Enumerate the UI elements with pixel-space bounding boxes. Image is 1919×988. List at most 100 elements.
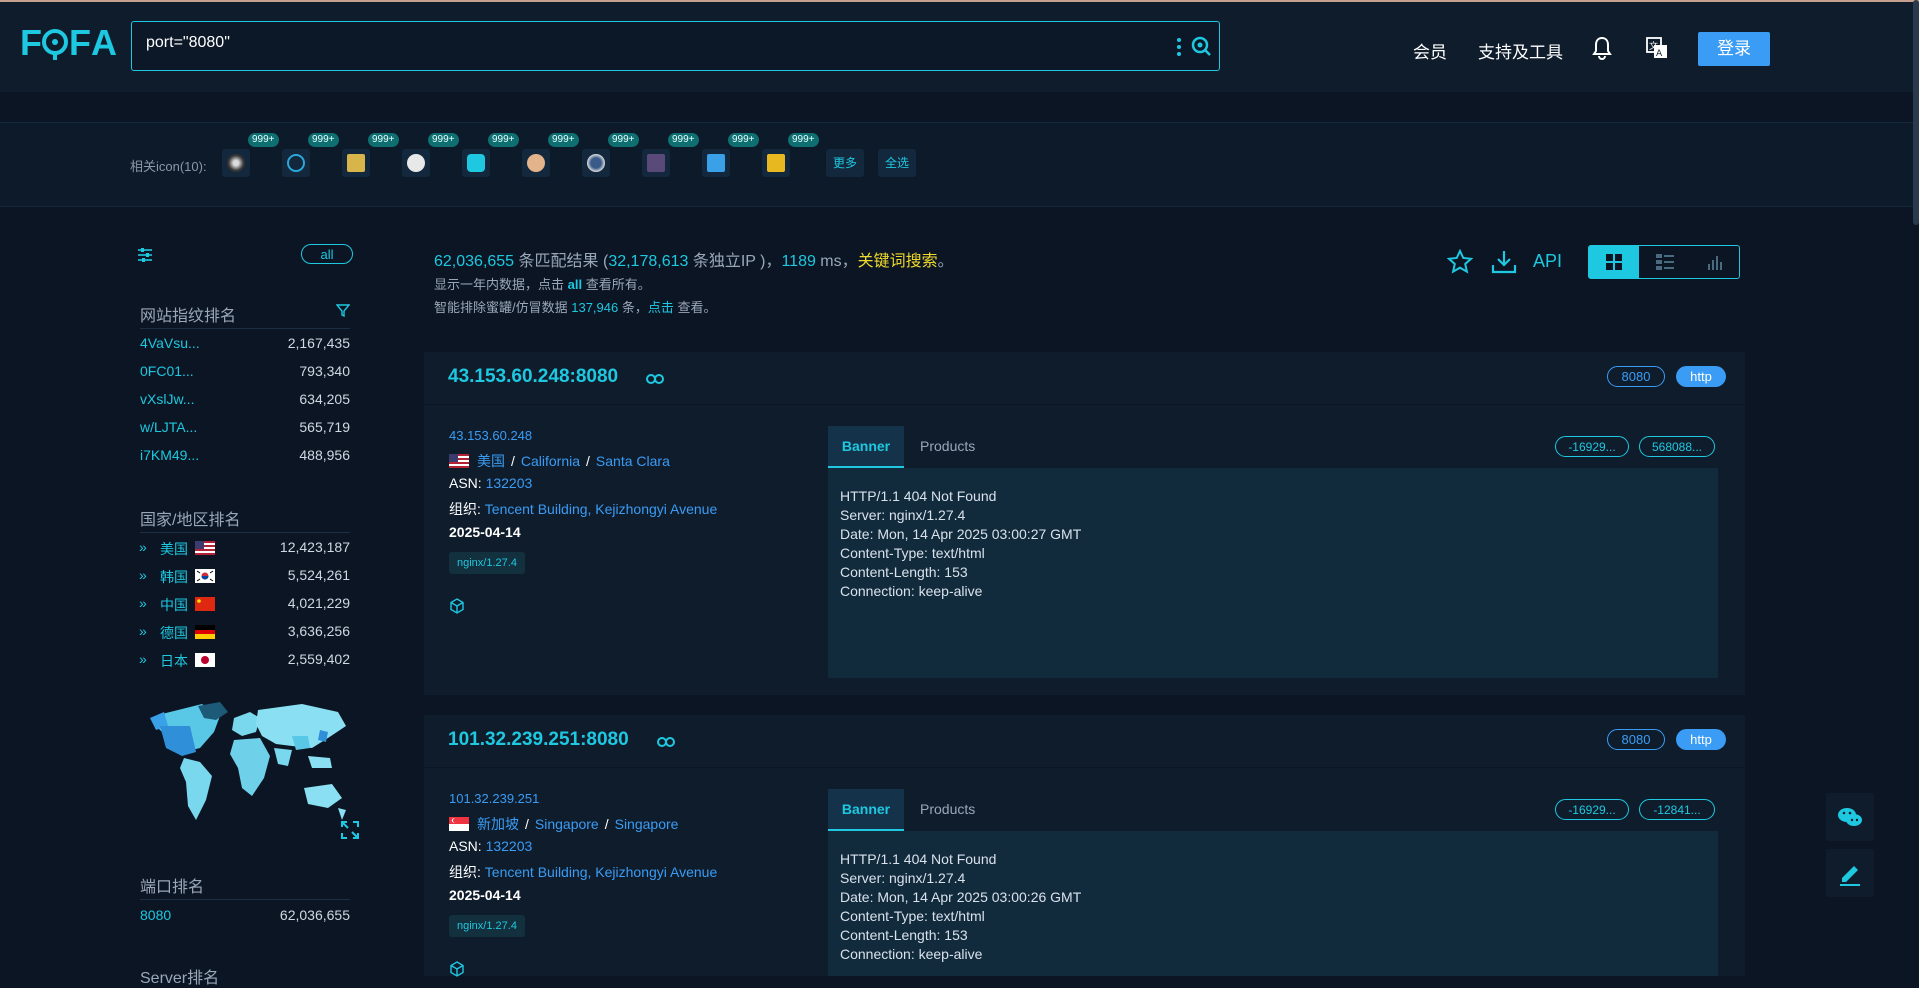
fingerprint-item[interactable]: 0FC01...: [140, 363, 194, 379]
protocol-badge[interactable]: http: [1676, 366, 1726, 387]
related-icon-8[interactable]: [642, 149, 670, 177]
link-icon[interactable]: [646, 372, 664, 386]
related-icon-2[interactable]: [282, 149, 310, 177]
port-item[interactable]: 8080: [140, 907, 171, 923]
result-ip-link[interactable]: 43.153.60.248: [449, 428, 532, 443]
search-input[interactable]: port="8080": [146, 34, 230, 52]
related-icon-7[interactable]: [582, 149, 610, 177]
asn-link[interactable]: 132203: [486, 838, 533, 854]
fofa-logo[interactable]: F FA: [20, 22, 117, 72]
wechat-contact-button[interactable]: [1826, 793, 1874, 841]
all-data-toggle[interactable]: all: [301, 244, 353, 264]
expand-chevron-icon[interactable]: »: [139, 623, 147, 639]
keyword-search-link[interactable]: 关键词搜索: [858, 253, 938, 270]
city-link[interactable]: Santa Clara: [596, 453, 670, 469]
banner-line: Content-Type: text/html: [840, 545, 985, 561]
product-tag[interactable]: nginx/1.27.4: [449, 552, 525, 574]
related-icon-6[interactable]: [522, 149, 550, 177]
tab-banner[interactable]: Banner: [828, 426, 904, 468]
country-item[interactable]: 中国: [160, 595, 188, 615]
banner-line: Date: Mon, 14 Apr 2025 03:00:26 GMT: [840, 889, 1082, 905]
related-icon-5[interactable]: [462, 149, 490, 177]
country-item[interactable]: 日本: [160, 651, 188, 671]
hash-badge[interactable]: -12841...: [1639, 799, 1715, 820]
org-link[interactable]: Tencent Building, Kejizhongyi Avenue: [485, 864, 717, 880]
star-icon[interactable]: [1446, 248, 1474, 275]
product-tag[interactable]: nginx/1.27.4: [449, 915, 525, 937]
more-options-icon[interactable]: [1169, 36, 1189, 58]
hash-badge[interactable]: 568088...: [1639, 436, 1715, 457]
note-prefix: 显示一年内数据，点击: [434, 277, 568, 292]
total-count: 62,036,655: [434, 253, 515, 270]
expand-map-icon[interactable]: [340, 820, 360, 840]
region-link[interactable]: California: [521, 453, 580, 469]
city-link[interactable]: Singapore: [615, 816, 679, 832]
cn-flag-icon: [195, 597, 215, 611]
country-link[interactable]: 美国: [477, 453, 505, 469]
org-link[interactable]: Tencent Building, Kejizhongyi Avenue: [485, 501, 717, 517]
download-icon[interactable]: [1490, 249, 1518, 275]
country-item[interactable]: 德国: [160, 623, 188, 643]
statistics-view-icon[interactable]: [1690, 246, 1740, 278]
port-badge[interactable]: 8080: [1607, 366, 1665, 387]
select-all-icons-button[interactable]: 全选: [878, 149, 916, 177]
more-icons-button[interactable]: 更多: [826, 149, 864, 177]
result-ip-link[interactable]: 101.32.239.251: [449, 791, 539, 806]
banner-line: Server: nginx/1.27.4: [840, 507, 966, 523]
country-item[interactable]: 美国: [160, 539, 188, 559]
related-icon-1[interactable]: [222, 149, 250, 177]
related-icon-10[interactable]: [762, 149, 790, 177]
icon-count-badge: 999+: [428, 133, 459, 147]
expand-chevron-icon[interactable]: »: [139, 539, 147, 555]
tab-banner[interactable]: Banner: [828, 789, 904, 831]
grid-view-icon[interactable]: [1589, 246, 1639, 278]
nav-support-tools[interactable]: 支持及工具: [1478, 38, 1563, 63]
expand-chevron-icon[interactable]: »: [139, 595, 147, 611]
honeypot-click-link[interactable]: 点击: [648, 300, 674, 315]
fingerprint-item[interactable]: 4VaVsu...: [140, 335, 200, 351]
funnel-filter-icon[interactable]: [335, 303, 351, 318]
asn-link[interactable]: 132203: [486, 475, 533, 491]
fingerprint-item[interactable]: vXslJw...: [140, 391, 194, 407]
country-link[interactable]: 新加坡: [477, 816, 519, 832]
search-bar[interactable]: port="8080": [131, 21, 1220, 71]
org-row: 组织: Tencent Building, Kejizhongyi Avenue: [449, 862, 717, 882]
feedback-button[interactable]: [1826, 849, 1874, 897]
result-host-link[interactable]: 43.153.60.248:8080: [448, 366, 618, 388]
link-icon[interactable]: [657, 735, 675, 749]
country-count: 3,636,256: [287, 623, 350, 639]
port-badge[interactable]: 8080: [1607, 729, 1665, 750]
fingerprint-item[interactable]: i7KM49...: [140, 447, 199, 463]
asn-label: ASN:: [449, 475, 486, 491]
hash-badge[interactable]: -16929...: [1555, 799, 1629, 820]
related-icon-9[interactable]: [702, 149, 730, 177]
api-link[interactable]: API: [1533, 251, 1562, 272]
filter-settings-icon[interactable]: [136, 246, 154, 264]
page-scrollbar[interactable]: [1913, 0, 1919, 225]
hash-badge[interactable]: -16929...: [1555, 436, 1629, 457]
bell-icon[interactable]: [1590, 35, 1614, 61]
search-icon[interactable]: [1189, 34, 1213, 58]
language-icon[interactable]: 文A: [1645, 35, 1669, 61]
list-view-icon[interactable]: [1640, 246, 1690, 278]
banner-line: HTTP/1.1 404 Not Found: [840, 488, 997, 504]
protocol-badge[interactable]: http: [1676, 729, 1726, 750]
icon-count-badge: 999+: [788, 133, 819, 147]
icon-count-badge: 999+: [728, 133, 759, 147]
tab-products[interactable]: Products: [920, 426, 975, 466]
region-link[interactable]: Singapore: [535, 816, 599, 832]
nav-membership[interactable]: 会员: [1413, 38, 1447, 63]
all-link[interactable]: all: [568, 277, 582, 292]
expand-chevron-icon[interactable]: »: [139, 567, 147, 583]
cube-icon[interactable]: [449, 961, 465, 977]
fingerprint-item[interactable]: w/LJTA...: [140, 419, 197, 435]
expand-chevron-icon[interactable]: »: [139, 651, 147, 667]
tab-products[interactable]: Products: [920, 789, 975, 829]
world-distribution-map[interactable]: [142, 696, 352, 836]
country-item[interactable]: 韩国: [160, 567, 188, 587]
related-icon-3[interactable]: [342, 149, 370, 177]
result-host-link[interactable]: 101.32.239.251:8080: [448, 729, 629, 751]
login-button[interactable]: 登录: [1698, 32, 1770, 66]
cube-icon[interactable]: [449, 598, 465, 614]
related-icon-4[interactable]: [402, 149, 430, 177]
